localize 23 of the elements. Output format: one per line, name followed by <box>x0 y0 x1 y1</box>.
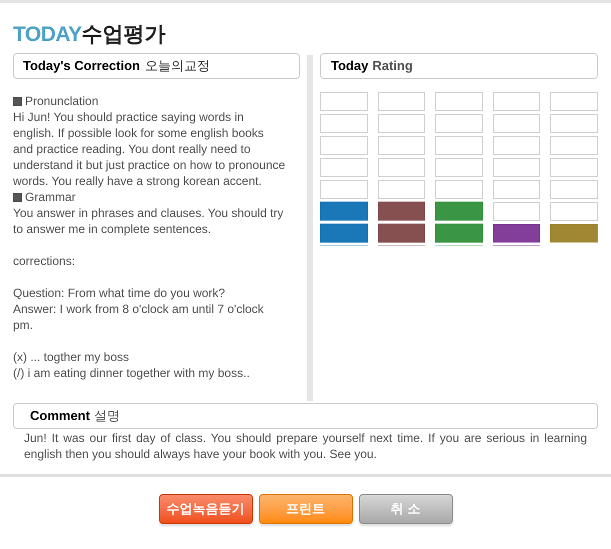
action-button[interactable]: 수업녹음듣기 <box>158 494 252 524</box>
correction-text: Question: From what time do you work? <box>13 285 226 301</box>
square-icon <box>13 96 22 106</box>
correction-text: corrections: <box>13 253 76 269</box>
correction-text: You answer in phrases and clauses. You should try to answer me in complete sentences. <box>13 205 284 237</box>
header-title: Today <box>331 57 368 76</box>
correction-text: (x) ... togther my boss <box>13 349 130 365</box>
header-title: Today's Correction <box>23 57 140 76</box>
header-subtitle: Rating <box>372 57 413 76</box>
correction-text: (/) i am eating dinner together with my boss.. <box>13 365 251 381</box>
header-title: Comment <box>30 407 90 426</box>
section-label: Pronunclation <box>25 93 98 109</box>
action-button[interactable]: 프린트 <box>258 494 352 524</box>
page-title: 수업평가 <box>82 24 166 45</box>
correction-text: Answer: I work from 8 o'clock am until 7 o'clock pm. <box>13 301 265 333</box>
title-brand: TODAY <box>13 24 82 45</box>
header-subtitle: 설명 <box>94 407 120 426</box>
section-label: Grammar <box>25 189 76 205</box>
correction-text: Hi Jun! You should practice saying words in english. If possible look for some english books and practice reading. You dont really need to understand it but just practice on how to pronounce words. You really have a strong korean accent. <box>13 109 286 189</box>
header-subtitle: 오늘의교정 <box>144 57 210 76</box>
comment-text: Jun! It was our first day of class. You should prepare yourself next time. If you are serious in learning english then you should always have your book with you. See you. <box>23 430 588 462</box>
square-icon <box>13 192 22 202</box>
action-button[interactable]: 취 소 <box>358 494 452 524</box>
